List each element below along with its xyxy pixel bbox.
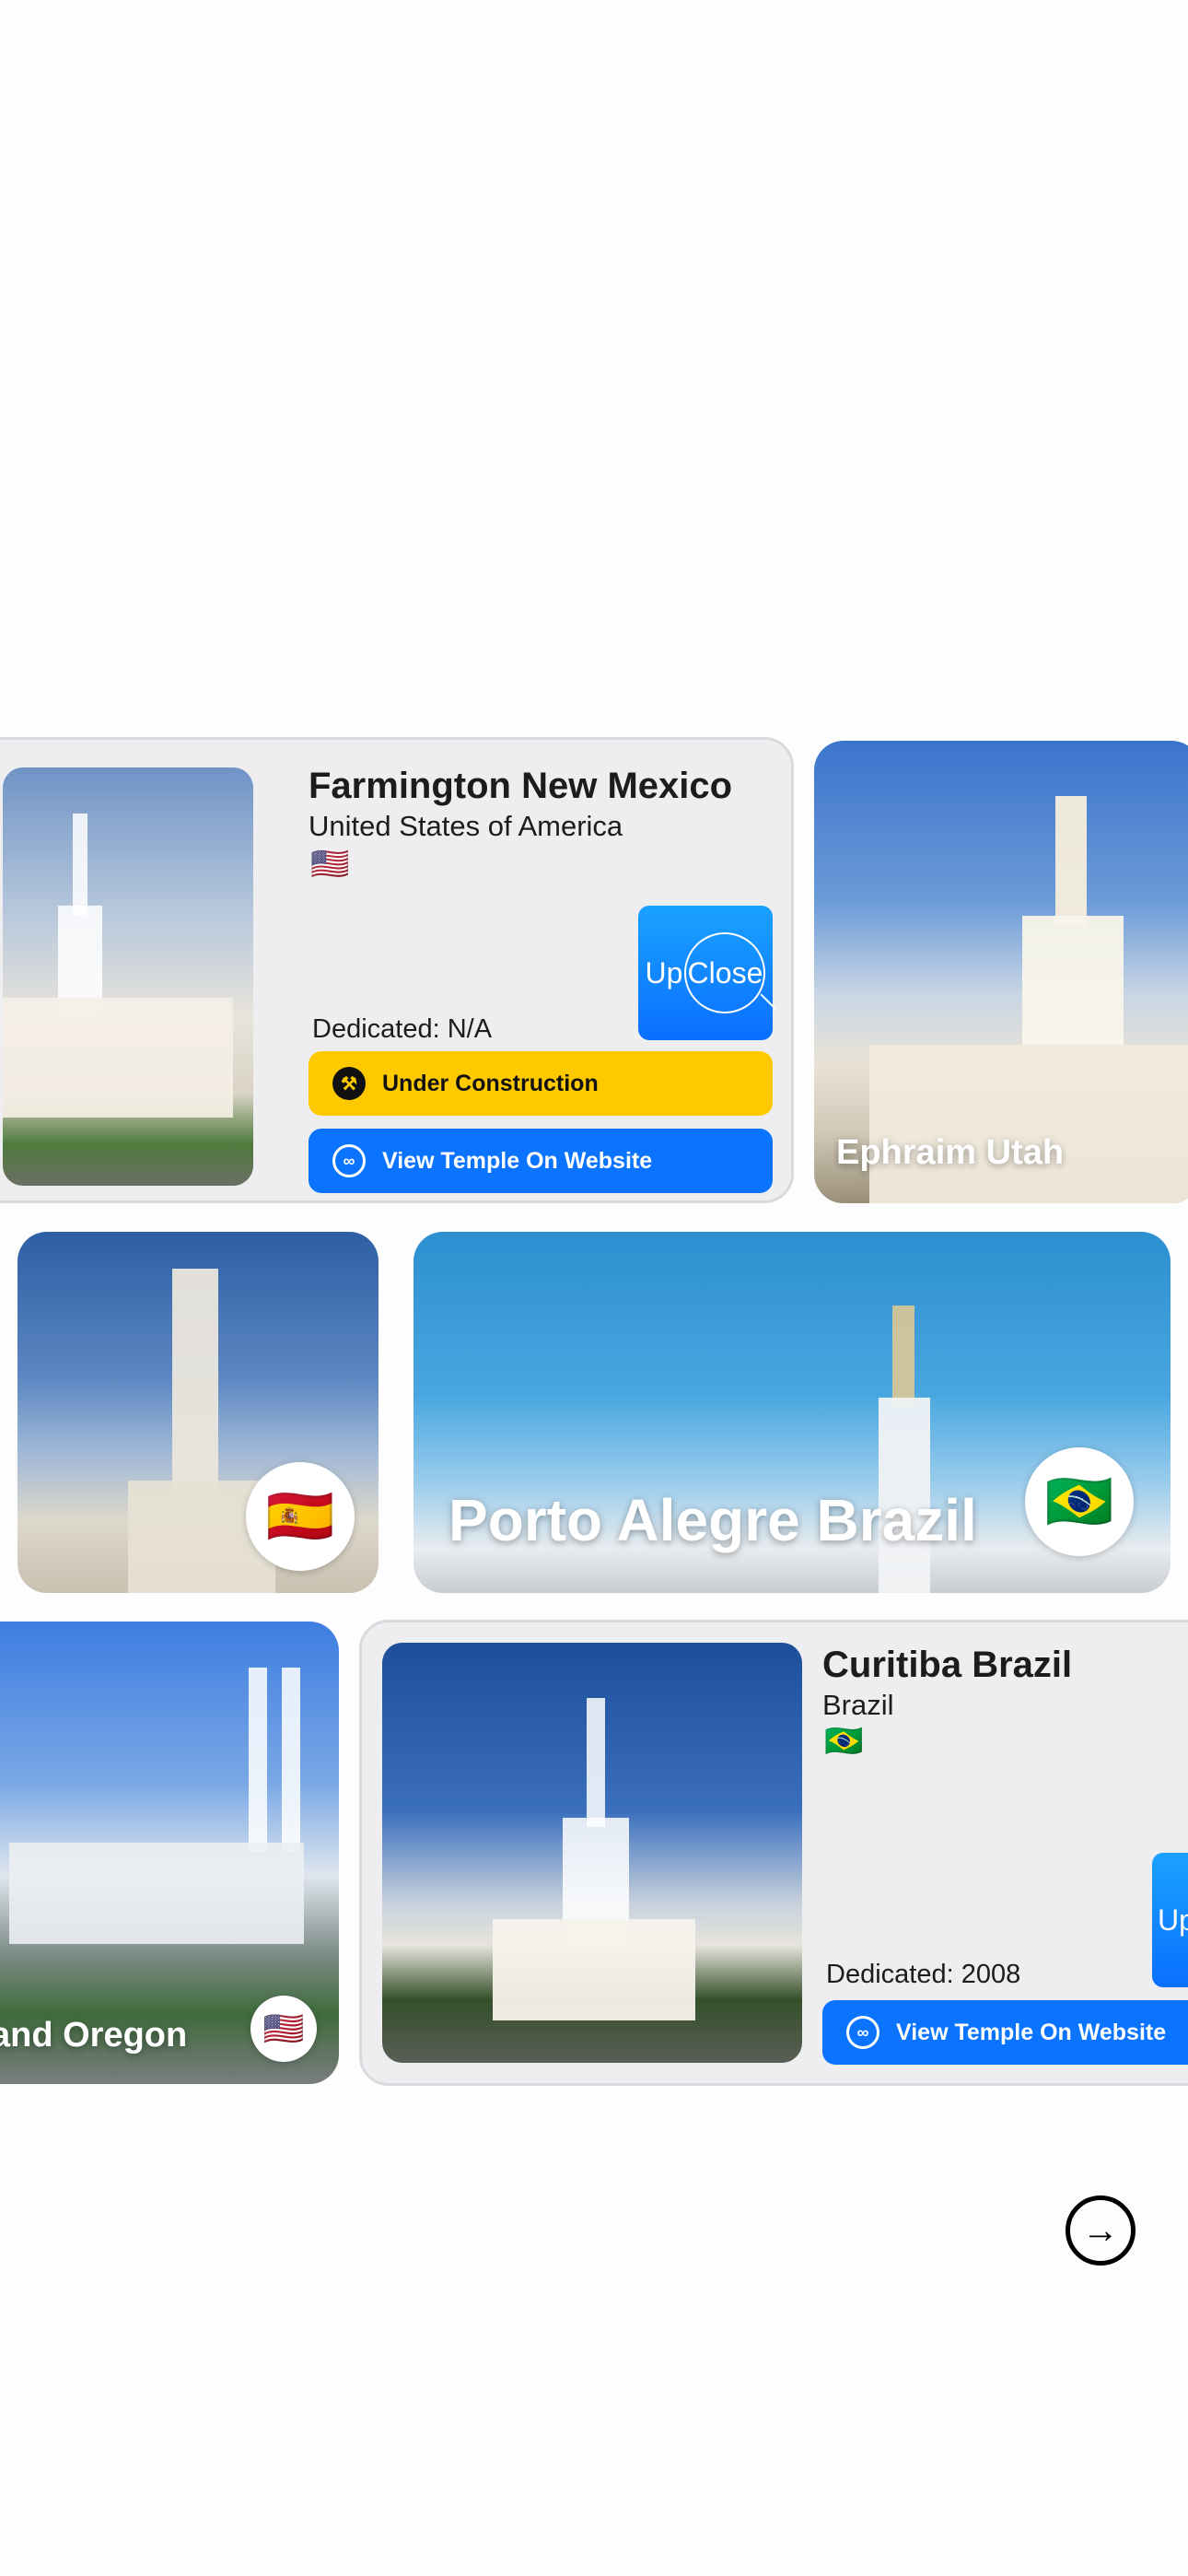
temple-card-farmington[interactable]: Farmington New Mexico United States of A… <box>0 737 794 1203</box>
view-website-button[interactable]: ∞ View Temple On Website <box>822 2000 1188 2065</box>
upclose-up-label: Up <box>1158 1903 1188 1937</box>
magnifier-icon: Close <box>684 932 766 1013</box>
flag-icon: 🇺🇸 <box>250 1996 317 2062</box>
temple-label: Porto Alegre Brazil <box>448 1487 977 1553</box>
flag-icon: 🇧🇷 <box>824 1724 864 1759</box>
status-label: Under Construction <box>382 1070 599 1096</box>
dedicated-date: Dedicated: 2008 <box>826 1960 1021 1989</box>
temple-label: and Oregon <box>0 2016 188 2055</box>
upclose-close-label: Close <box>687 955 763 989</box>
view-website-button[interactable]: ∞ View Temple On Website <box>309 1129 773 1193</box>
temple-card-porto-alegre[interactable]: Porto Alegre Brazil 🇧🇷 <box>413 1232 1171 1593</box>
upclose-button[interactable]: Up Close <box>638 906 773 1040</box>
temple-card-ephraim[interactable]: Ephraim Utah <box>814 741 1188 1203</box>
temple-title: Farmington New Mexico <box>309 766 733 806</box>
website-label: View Temple On Website <box>896 2019 1167 2045</box>
temple-card-spain[interactable]: 🇪🇸 <box>17 1232 379 1593</box>
arrow-right-circle-icon: → <box>1082 2209 1119 2251</box>
dedicated-date: Dedicated: N/A <box>312 1014 493 1044</box>
upclose-up-label: Up <box>645 955 683 989</box>
temple-label: Ephraim Utah <box>836 1133 1065 1172</box>
flag-icon: 🇧🇷 <box>1025 1447 1134 1556</box>
link-icon: ∞ <box>846 2016 879 2049</box>
next-button[interactable]: → <box>1066 2195 1136 2266</box>
link-icon: ∞ <box>332 1144 366 1177</box>
temple-country: United States of America <box>309 810 623 842</box>
temple-country: Brazil <box>822 1689 894 1721</box>
website-label: View Temple On Website <box>382 1147 653 1174</box>
temple-title: Curitiba Brazil <box>822 1645 1073 1685</box>
flag-icon: 🇺🇸 <box>310 847 350 882</box>
flag-icon: 🇪🇸 <box>246 1462 355 1571</box>
temple-card-portland[interactable]: and Oregon 🇺🇸 <box>0 1622 339 2084</box>
under-construction-button[interactable]: ⚒ Under Construction <box>309 1051 773 1116</box>
temple-photo-farmington <box>3 767 253 1186</box>
temple-card-curitiba[interactable]: Curitiba Brazil Brazil 🇧🇷 Up Dedicated: … <box>359 1620 1188 2086</box>
upclose-button[interactable]: Up <box>1152 1853 1188 1987</box>
temple-photo-curitiba <box>382 1643 802 2063</box>
hammer-icon: ⚒ <box>332 1067 366 1100</box>
